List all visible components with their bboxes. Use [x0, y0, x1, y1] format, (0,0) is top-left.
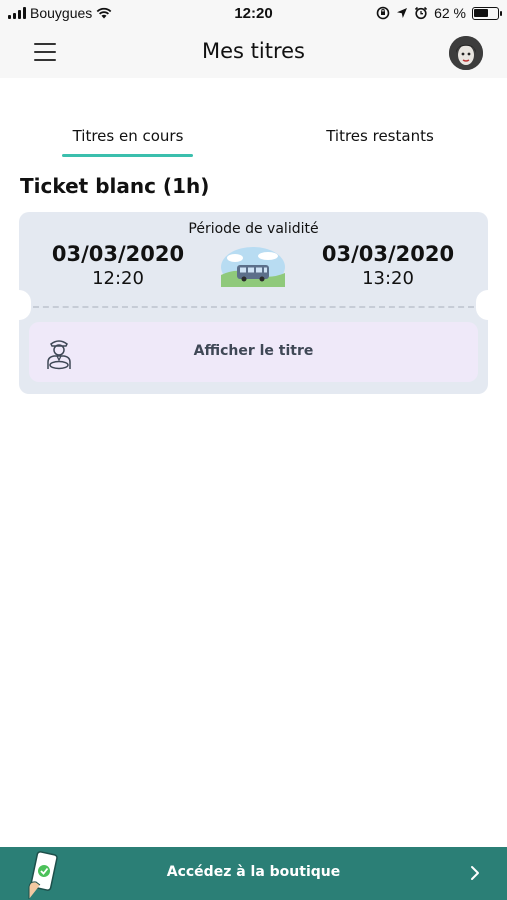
- end-date: 03/03/2020: [321, 242, 455, 266]
- shop-label: Accédez à la boutique: [166, 864, 341, 880]
- orientation-lock-icon: [376, 6, 390, 20]
- battery-icon: [472, 6, 502, 20]
- page-title: Mes titres: [202, 39, 305, 63]
- show-ticket-button[interactable]: Afficher le titre: [29, 322, 478, 382]
- shop-bar-button[interactable]: Accédez à la boutique: [0, 847, 507, 900]
- start-date: 03/03/2020: [51, 242, 185, 266]
- validity-label: Période de validité: [188, 221, 319, 237]
- battery-level: [474, 8, 488, 17]
- avatar[interactable]: [449, 36, 483, 70]
- ticket-notch-right: [476, 290, 488, 320]
- show-ticket-label: Afficher le titre: [193, 343, 314, 359]
- ticket-notch-left: [19, 290, 31, 320]
- ticket-perforation: [33, 306, 474, 308]
- end-time: 13:20: [362, 268, 414, 289]
- start-time: 12:20: [92, 268, 144, 289]
- avatar-image: [449, 36, 483, 70]
- battery-percent: 62 %: [434, 5, 466, 21]
- alarm-icon: [415, 6, 428, 20]
- status-bar: Bouygues 12:20 62 %: [0, 0, 507, 28]
- active-tab-indicator: [62, 154, 193, 157]
- chevron-right-icon: [471, 866, 479, 880]
- tab-titres-restants[interactable]: Titres restants: [315, 127, 445, 145]
- location-arrow-icon: [397, 8, 408, 18]
- tab-titres-en-cours[interactable]: Titres en cours: [62, 127, 194, 145]
- ticket-name: Ticket blanc (1h): [20, 174, 210, 198]
- status-right: 62 %: [376, 5, 502, 21]
- ticket-card[interactable]: Période de validité 03/03/2020 12:20 03/…: [19, 212, 488, 394]
- bus-icon: [221, 247, 285, 287]
- ticket-tabs: Titres en cours Titres restants: [0, 118, 507, 158]
- app-header: Mes titres: [0, 28, 507, 78]
